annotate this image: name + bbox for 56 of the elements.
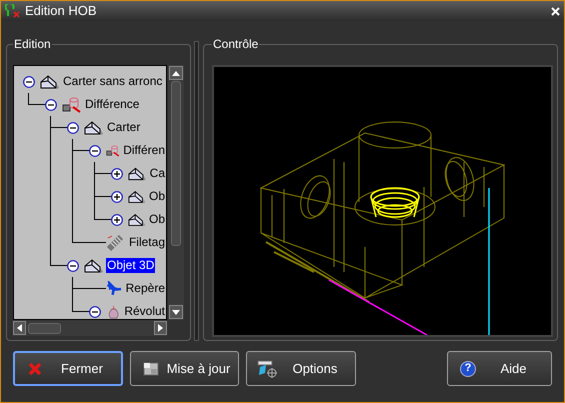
dialog-button[interactable]: ? Aide	[447, 351, 552, 386]
close-icon[interactable]	[551, 6, 560, 16]
paint-icon	[256, 358, 278, 378]
group-title: Edition	[13, 36, 52, 53]
scroll-thumb[interactable]	[171, 81, 181, 246]
tree-item[interactable]: Repère	[124, 281, 166, 296]
dialog-button[interactable]: Mise à jour	[130, 351, 239, 386]
scroll-right-button[interactable]	[154, 321, 167, 335]
wedge-icon	[128, 188, 146, 204]
wedge-icon	[40, 74, 60, 90]
screw-icon	[106, 234, 126, 252]
collapse-icon[interactable]	[23, 76, 35, 88]
wedge-icon	[84, 120, 104, 136]
wedge-icon	[128, 166, 147, 182]
collapse-icon[interactable]	[67, 122, 79, 134]
tree-item[interactable]: Révolut	[123, 304, 166, 319]
cylinder-icon	[62, 96, 82, 112]
window-title: Edition HOB	[25, 2, 98, 20]
left-arrow-icon	[17, 324, 22, 332]
tree-item[interactable]: Différen	[122, 143, 166, 158]
collapse-icon[interactable]	[89, 306, 101, 318]
cylinder-icon	[106, 142, 120, 158]
tree-item[interactable]: Ca	[148, 166, 166, 181]
scroll-up-button[interactable]	[169, 66, 183, 80]
splitter-handle[interactable]	[194, 41, 199, 341]
wedge-icon	[84, 258, 104, 274]
tree-item[interactable]: Carter	[106, 120, 142, 135]
vertical-scrollbar[interactable]	[168, 65, 184, 320]
collapse-icon[interactable]	[45, 98, 57, 110]
expand-icon[interactable]	[111, 214, 123, 226]
scroll-left-button[interactable]	[13, 321, 26, 335]
expand-icon[interactable]	[111, 168, 123, 180]
window-icon	[143, 362, 159, 376]
tree-item[interactable]: Carter sans arronc	[62, 74, 164, 89]
scroll-thumb[interactable]	[28, 322, 61, 334]
tree-item[interactable]: Différence	[84, 97, 140, 112]
tree-item[interactable]: Ob	[148, 212, 166, 227]
right-arrow-icon	[158, 324, 163, 332]
dialog-button[interactable]: Options	[246, 351, 356, 386]
wedge-icon	[128, 212, 146, 228]
collapse-icon[interactable]	[67, 260, 79, 272]
expand-icon[interactable]	[111, 190, 123, 202]
axes-icon	[106, 280, 123, 296]
group-title: Contrôle	[212, 36, 260, 53]
horizontal-scrollbar[interactable]	[13, 320, 167, 336]
up-arrow-icon	[172, 70, 180, 76]
tree-item[interactable]: Objet 3D	[106, 258, 156, 273]
collapse-icon[interactable]	[89, 144, 101, 156]
tree-item[interactable]: Filetag	[128, 235, 166, 250]
close-icon	[28, 362, 42, 376]
tree-item[interactable]: Ob	[148, 189, 166, 204]
help-icon: ?	[460, 360, 476, 376]
scroll-down-button[interactable]	[169, 305, 183, 319]
app-icon	[5, 4, 21, 18]
down-arrow-icon	[172, 310, 180, 314]
dialog-button[interactable]: Fermer	[13, 351, 123, 386]
